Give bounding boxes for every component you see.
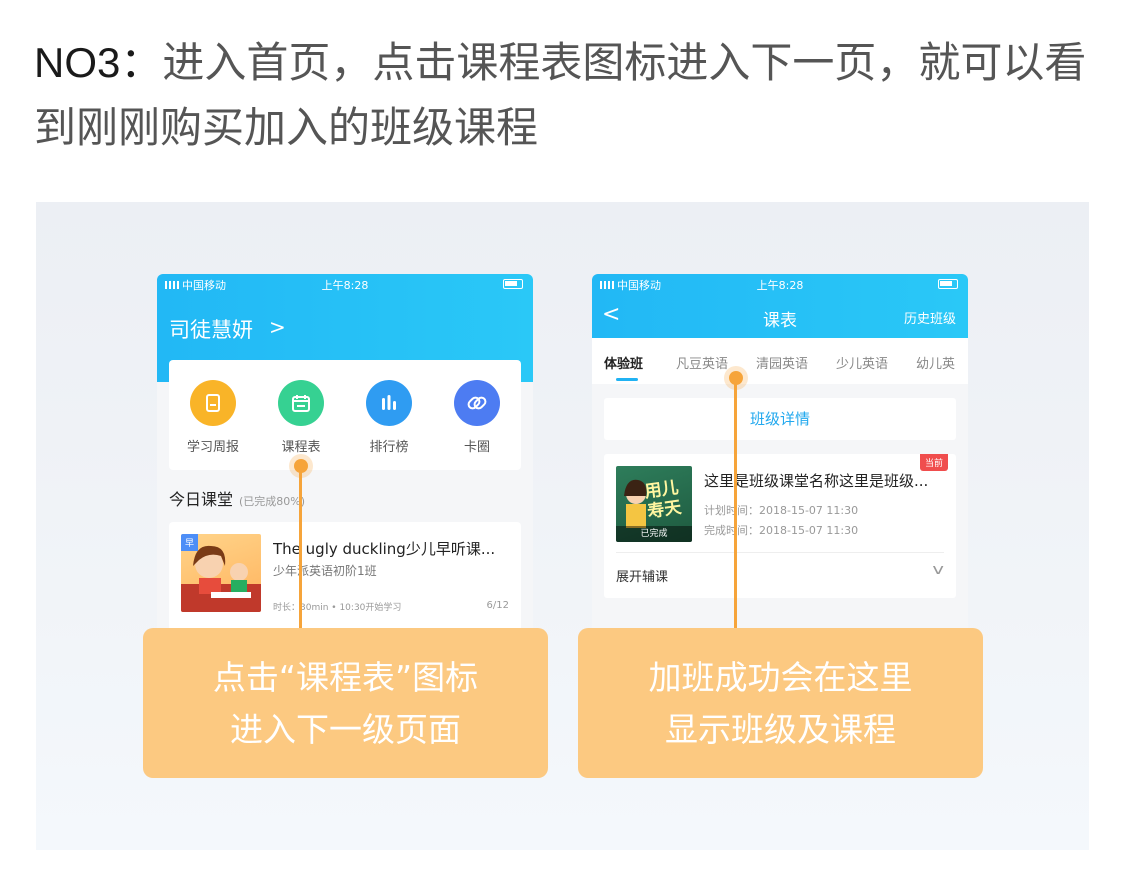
- heading-prefix: NO3：: [34, 39, 163, 86]
- divider: [616, 552, 944, 553]
- lesson-thumbnail: 早: [181, 534, 261, 612]
- clock: 上午8:28: [321, 279, 369, 292]
- grid-item-circle[interactable]: 卡圈: [441, 380, 513, 455]
- grid-item-weekly-report[interactable]: 学习周报: [177, 380, 249, 455]
- planned-time: 计划时间：2018-15-07 11:30: [704, 504, 859, 517]
- grid-item-schedule[interactable]: 课程表: [265, 380, 337, 455]
- chevron-down-icon[interactable]: v: [932, 562, 944, 578]
- finished-time: 完成时间：2018-15-07 11:30: [704, 524, 859, 537]
- status-bar: 中国移动 上午8:28: [592, 274, 968, 296]
- current-badge: 当前: [919, 454, 948, 471]
- callout-line-right: [734, 380, 737, 630]
- lesson-class: 少年派英语初阶1班: [273, 564, 377, 578]
- tab-kids-english[interactable]: 少儿英语: [836, 353, 888, 372]
- lesson-title: The ugly duckling少儿早听课...: [273, 540, 496, 558]
- callout-left-line1: 点击“课程表”图标: [212, 658, 479, 697]
- callout-right-line1: 加班成功会在这里: [648, 658, 913, 697]
- tab-trial-class[interactable]: 体验班: [604, 353, 643, 372]
- class-details-button[interactable]: 班级详情: [604, 398, 956, 440]
- thumbnail-lettering: 用儿 寿天: [643, 477, 683, 523]
- lesson-meta: 时长：30min • 10:30开始学习: [273, 603, 402, 613]
- link-icon: [454, 380, 500, 426]
- battery-icon: [938, 279, 958, 289]
- feature-grid: 学习周报 课程表 排行榜 卡圈: [169, 360, 521, 470]
- clock: 上午8:28: [756, 279, 804, 292]
- tab-qingyuan-english[interactable]: 清园英语: [756, 353, 808, 372]
- calendar-icon: [278, 380, 324, 426]
- battery-icon: [503, 279, 523, 289]
- page-heading: NO3：进入首页，点击课程表图标进入下一页，就可以看到刚刚购买加入的班级课程: [34, 30, 1104, 160]
- today-class-heading: 今日课堂 (已完成80%): [169, 490, 306, 509]
- class-tabs: 体验班 凡豆英语 清园英语 少儿英语 幼儿英: [592, 338, 968, 384]
- class-thumbnail: 用儿 寿天 已完成: [616, 466, 692, 542]
- active-tab-indicator: [616, 378, 638, 381]
- completed-label: 已完成: [616, 526, 692, 542]
- callout-right: 加班成功会在这里 显示班级及课程: [578, 628, 983, 778]
- morning-tag: 早: [181, 534, 199, 551]
- expand-extra-lessons[interactable]: 展开辅课: [616, 566, 668, 585]
- grid-item-ranking[interactable]: 排行榜: [353, 380, 425, 455]
- status-bar: 中国移动 上午8:28: [157, 274, 533, 296]
- callout-right-line2: 显示班级及课程: [665, 710, 896, 749]
- lesson-progress: 6/12: [486, 600, 509, 611]
- lesson-card[interactable]: 早 The ugly duckling少儿早听课... 少年派英语初阶1班 时长…: [169, 522, 521, 634]
- class-title: 这里是班级课堂名称这里是班级...: [704, 472, 929, 490]
- callout-marker-left: [294, 459, 308, 473]
- schedule-screen-mockup: 中国移动 上午8:28 < 课表 历史班级 体验班 凡豆英语 清园英语 少儿英语…: [592, 274, 968, 634]
- completion-rate: (已完成80%): [239, 495, 306, 508]
- callout-line-left: [299, 468, 302, 630]
- user-name[interactable]: 司徒慧妍: [169, 314, 253, 344]
- history-classes-button[interactable]: 历史班级: [904, 308, 956, 327]
- tab-preschool-english[interactable]: 幼儿英: [916, 353, 955, 372]
- callout-marker-right: [729, 371, 743, 385]
- report-icon: [190, 380, 236, 426]
- home-screen-mockup: 中国移动 上午8:28 司徒慧妍 > 学习周报 课程表 排行榜 卡圈 今日课堂 …: [157, 274, 533, 634]
- chevron-right-icon[interactable]: >: [269, 315, 286, 339]
- callout-left-line2: 进入下一级页面: [230, 710, 461, 749]
- tab-fandou-english[interactable]: 凡豆英语: [676, 353, 728, 372]
- heading-text: 进入首页，点击课程表图标进入下一页，就可以看到刚刚购买加入的班级课程: [34, 38, 1087, 152]
- callout-left: 点击“课程表”图标 进入下一级页面: [143, 628, 548, 778]
- ranking-icon: [366, 380, 412, 426]
- class-card[interactable]: 用儿 寿天 已完成 当前 这里是班级课堂名称这里是班级... 计划时间：2018-…: [604, 454, 956, 598]
